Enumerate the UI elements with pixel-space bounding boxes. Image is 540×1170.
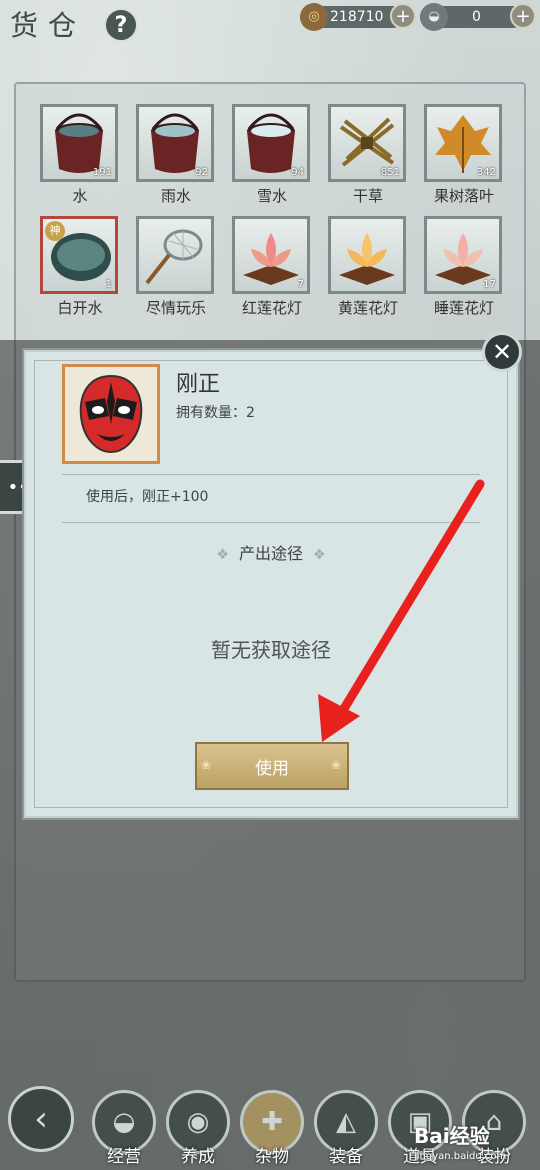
- diamond-ornament-icon: ❖: [313, 547, 326, 563]
- inventory-item[interactable]: 7 红莲花灯: [232, 216, 312, 318]
- item-slot: 7: [232, 216, 310, 294]
- cloud-ornament-icon: ❀: [201, 758, 212, 772]
- inventory-item[interactable]: 神 1 白开水: [40, 216, 120, 318]
- item-slot: 92: [136, 104, 214, 182]
- use-button[interactable]: ❀ 使用 ❀: [195, 742, 349, 790]
- add-coins-button[interactable]: +: [390, 3, 416, 29]
- yellow-lotus-lamp-icon: [339, 233, 395, 285]
- ingot-counter: ◒ 0 +: [420, 3, 536, 31]
- watermark: Bai经验 jingyan.baidu.com: [414, 1124, 507, 1162]
- inventory-item[interactable]: 尽情玩乐: [136, 216, 216, 318]
- bundle-icon: ✚: [261, 1107, 283, 1137]
- butterfly-net-icon: [145, 229, 203, 285]
- opera-mask-icon: [79, 374, 143, 454]
- ingot-icon: ◒: [420, 3, 448, 31]
- inventory-item[interactable]: 342 果树落叶: [424, 104, 504, 206]
- inventory-item[interactable]: 17 睡莲花灯: [424, 216, 504, 318]
- item-slot: 191: [40, 104, 118, 182]
- close-icon: ✕: [491, 338, 513, 366]
- item-slot: 17: [424, 216, 502, 294]
- item-slot: [328, 216, 406, 294]
- back-button[interactable]: ‹: [8, 1086, 74, 1152]
- item-slot: [136, 216, 214, 294]
- item-slot: 851: [328, 104, 406, 182]
- item-name: 刚正: [176, 372, 221, 397]
- inventory-item[interactable]: 191 水: [40, 104, 120, 206]
- item-quantity: 拥有数量：2: [176, 405, 255, 421]
- back-arrow-icon: ‹: [34, 1099, 48, 1139]
- coin-icon: ◎: [300, 3, 328, 31]
- no-source-text: 暂无获取途径: [211, 638, 331, 662]
- item-slot: 342: [424, 104, 502, 182]
- help-button[interactable]: ?: [104, 8, 138, 42]
- inventory-item[interactable]: 92 雨水: [136, 104, 216, 206]
- robe-icon: ◭: [336, 1107, 356, 1137]
- inventory-item[interactable]: 851 干草: [328, 104, 408, 206]
- inventory-item[interactable]: 黄莲花灯: [328, 216, 408, 318]
- top-bar: 货仓 ? ◎ 218710 + ◒ 0 +: [0, 0, 540, 52]
- close-button[interactable]: ✕: [482, 332, 522, 372]
- bowl-icon: ◒: [112, 1107, 136, 1137]
- diamond-ornament-icon: ❖: [216, 547, 229, 563]
- source-section-title: ❖ 产出途径 ❖: [216, 544, 326, 563]
- coin-amount: 218710: [330, 9, 384, 25]
- item-image-frame: [62, 364, 160, 464]
- red-lotus-lamp-icon: [243, 233, 299, 285]
- cloud-ornament-icon: ❀: [331, 758, 342, 772]
- item-slot: 94: [232, 104, 310, 182]
- divider: [62, 474, 480, 475]
- coin-counter: ◎ 218710 +: [300, 3, 416, 31]
- ingot-amount: 0: [472, 9, 481, 25]
- item-description: 使用后，刚正+100: [86, 489, 209, 505]
- item-detail-dialog: ✕ 刚正 拥有数量：2 使用后，刚正+100 ❖ 产出途径 ❖ 暂无获取途径 ❀ 使…: [22, 332, 522, 820]
- cultivate-icon: ◉: [186, 1107, 210, 1137]
- page-title: 货仓: [10, 9, 87, 42]
- add-ingots-button[interactable]: +: [510, 3, 536, 29]
- divider: [62, 522, 480, 523]
- item-slot: 神 1: [40, 216, 118, 294]
- rarity-badge: 神: [45, 221, 65, 241]
- inventory-item[interactable]: 94 雪水: [232, 104, 312, 206]
